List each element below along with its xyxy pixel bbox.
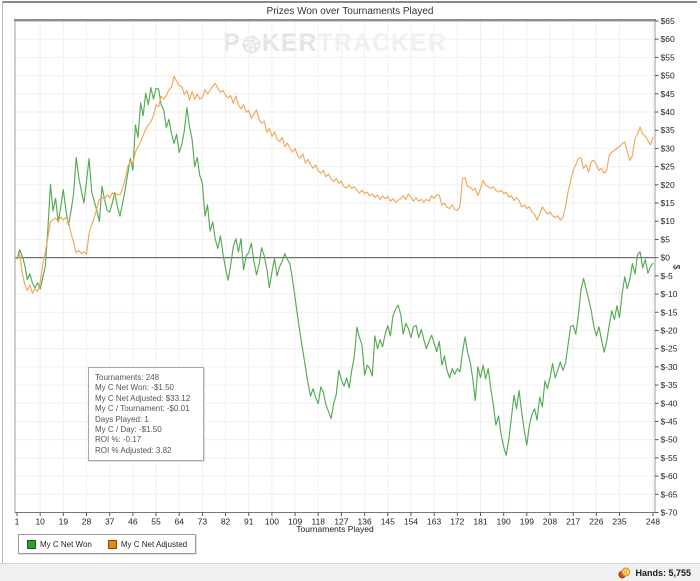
- y-tick-label: $15: [661, 198, 675, 208]
- y-tick-label: $-50: [661, 435, 678, 445]
- y-tick-label: $30: [661, 143, 675, 153]
- stat-roi: ROI %: -0.17: [95, 435, 142, 445]
- stats-tooltip-box: Tournaments: 248 My C Net Won: -$1.50 My…: [88, 367, 204, 462]
- legend-swatch-net-won: [27, 539, 36, 549]
- y-tick-label: $40: [661, 107, 675, 117]
- y-tick-label: $10: [661, 216, 675, 226]
- stat-days-played: Days Played: 1: [95, 414, 149, 424]
- y-tick-label: $35: [661, 125, 675, 135]
- y-tick-label: $-65: [661, 489, 678, 499]
- chart-legend: My C Net Won My C Net Adjusted: [18, 534, 197, 554]
- legend-label-net-adjusted: My C Net Adjusted: [120, 539, 188, 549]
- stat-per-day: My C / Day: -$1.50: [95, 425, 162, 435]
- y-tick-label: $55: [661, 52, 675, 62]
- stat-net-won: My C Net Won: -$1.50: [95, 383, 174, 393]
- y-tick-label: $-60: [661, 471, 678, 481]
- y-tick-label: $-25: [661, 344, 678, 354]
- stat-tournaments: Tournaments: 248: [95, 373, 160, 382]
- y-tick-label: $5: [661, 234, 671, 244]
- legend-item-net-adjusted[interactable]: My C Net Adjusted: [107, 539, 188, 549]
- pokertracker-graph-window: Prizes Won over Tournaments Played P KERT…: [0, 0, 700, 581]
- stat-net-adjusted: My C Net Adjusted: $33.12: [95, 393, 191, 403]
- y-tick-label: $-30: [661, 362, 678, 372]
- stat-per-tournament: My C / Tournament: -$0.01: [95, 404, 190, 414]
- y-axis-title: $: [671, 264, 682, 270]
- y-tick-label: $20: [661, 180, 675, 190]
- y-tick-label: $-45: [661, 416, 678, 426]
- y-tick-label: $-35: [661, 380, 678, 390]
- y-tick-label: $-15: [661, 307, 678, 317]
- x-axis-title: Tournaments Played: [296, 524, 374, 534]
- status-bar: Hands: 5,755: [0, 563, 700, 581]
- y-tick-label: $25: [661, 162, 675, 172]
- y-tick-label: $-5: [661, 271, 674, 281]
- y-tick-label: $65: [661, 16, 675, 26]
- legend-swatch-net-adjusted: [107, 539, 117, 549]
- y-tick-label: $-20: [661, 325, 678, 335]
- y-tick-label: $-70: [661, 508, 678, 518]
- stat-roi-adjusted: ROI % Adjusted: 3.82: [95, 445, 172, 455]
- legend-item-net-won[interactable]: My C Net Won: [27, 539, 92, 549]
- hands-count: Hands: 5,755: [635, 567, 691, 578]
- legend-label-net-won: My C Net Won: [40, 539, 92, 549]
- y-tick-label: $50: [661, 71, 675, 81]
- y-tick-label: $0: [661, 253, 671, 263]
- poker-chips-icon: [618, 567, 631, 579]
- y-tick-label: $45: [661, 89, 675, 99]
- y-tick-label: $-10: [661, 289, 678, 299]
- chart-plot-area[interactable]: 1 10 19 28 37 46 55 64 73 82 91 100 109 118 127 136 145 1…: [0, 0, 700, 563]
- y-tick-label: $-40: [661, 398, 678, 408]
- y-tick-label: $-55: [661, 453, 678, 463]
- y-tick-label: $60: [661, 34, 675, 44]
